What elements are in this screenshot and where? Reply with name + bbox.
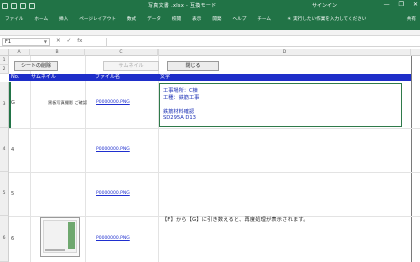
cancel-icon[interactable]: ✕	[56, 38, 61, 45]
comment-line: SD295A D13	[163, 115, 196, 121]
tab-team[interactable]: チーム	[257, 16, 271, 22]
ribbon-tabs: ファイル ホーム 挿入 ページレイアウト 数式 データ 校閲 表示 開発 ヘルプ…	[0, 11, 420, 30]
header-comment: 文字	[160, 74, 171, 80]
tab-file[interactable]: ファイル	[5, 16, 23, 22]
tab-insert[interactable]: 挿入	[59, 16, 68, 22]
thumbnail-button[interactable]: サムネイル	[103, 61, 159, 71]
title-bar: 写真文書 .xlsx - 互換モード サインイン — ❐ ✕	[0, 0, 420, 11]
instruction-note: 【F】から【G】に引き数えると、再度処理が表示されます。	[162, 217, 309, 223]
formula-input[interactable]	[106, 38, 418, 46]
formula-bar: F1 ▼ ✕ ✓ fx	[0, 36, 420, 47]
column-headers: A B C D	[0, 49, 420, 56]
tab-review[interactable]: 校閲	[172, 16, 181, 22]
tell-me-text: 実行したい作業を入力してください	[293, 17, 367, 22]
row-header-4[interactable]: 4	[0, 128, 9, 172]
filename-link[interactable]: P0000000.PNG	[96, 236, 130, 241]
lightbulb-icon: ☀	[287, 16, 292, 22]
row-header-3[interactable]: 3	[0, 82, 9, 128]
close-window-button[interactable]: ✕	[413, 1, 418, 9]
share-button[interactable]: 共有	[407, 16, 416, 22]
tab-view[interactable]: 表示	[192, 16, 201, 22]
save-icon[interactable]	[2, 2, 8, 9]
chevron-down-icon[interactable]: ▼	[44, 39, 47, 45]
grid-line	[411, 56, 412, 262]
row-marker: 4	[11, 147, 15, 153]
tab-developer[interactable]: 開発	[212, 16, 221, 22]
close-sheet-button[interactable]: 閉じる	[167, 61, 219, 71]
name-box[interactable]: F1 ▼	[2, 38, 50, 46]
signin-link[interactable]: サインイン	[312, 2, 337, 9]
row-header-1[interactable]: 1	[0, 56, 9, 65]
comment-line: 工種：鉄筋工事	[163, 95, 200, 101]
grid-line	[30, 56, 31, 262]
thumbnail-image[interactable]	[40, 217, 80, 257]
tab-page-layout[interactable]: ページレイアウト	[79, 16, 116, 22]
comment-line: 工事場所：C棟	[163, 88, 198, 94]
column-header-c[interactable]: C	[85, 49, 158, 56]
redo-icon[interactable]	[20, 2, 26, 9]
filename-link[interactable]: P0000000.PNG	[96, 100, 130, 105]
enter-icon[interactable]: ✓	[67, 38, 72, 45]
row-header-5[interactable]: 5	[0, 172, 9, 216]
header-thumbnail: サムネイル	[31, 74, 56, 80]
column-header-a[interactable]: A	[9, 49, 30, 56]
filename-link[interactable]: P0000000.PNG	[96, 147, 130, 152]
comment-cell[interactable]: 工事場所：C棟 工種：鉄筋工事 鉄筋材料確認 SD295A D13	[159, 83, 402, 127]
restore-button[interactable]: ❐	[399, 1, 404, 9]
thumbnail-strip	[45, 249, 65, 251]
column-header-b[interactable]: B	[30, 49, 85, 56]
thumbnail-caption: 黒板写真撮影 ご確認	[48, 100, 88, 105]
filename-link[interactable]: P0000000.PNG	[96, 191, 130, 196]
tell-me-box[interactable]: ☀ 実行したい作業を入力してください	[287, 16, 367, 23]
comment-line: 鉄筋材料確認	[163, 109, 195, 115]
tab-formulas[interactable]: 数式	[127, 16, 136, 22]
window-title: 写真文書 .xlsx - 互換モード	[148, 3, 217, 9]
tab-help[interactable]: ヘルプ	[233, 16, 247, 22]
customize-icon[interactable]	[29, 2, 35, 9]
header-no: No.	[11, 74, 20, 80]
tab-data[interactable]: データ	[147, 16, 161, 22]
quick-access-toolbar	[2, 1, 35, 10]
column-header-d[interactable]: D	[159, 49, 411, 56]
row-marker: 5	[11, 191, 15, 197]
sheet-delete-button[interactable]: シートの削除	[14, 61, 58, 71]
name-box-value: F1	[5, 39, 12, 45]
insert-function-icon[interactable]: fx	[77, 38, 82, 45]
grid-line	[9, 128, 420, 129]
worksheet-grid[interactable]: 1 2 3 4 5 6 シートの削除 サムネイル 閉じる No. サムネイル フ…	[0, 56, 420, 262]
row-marker: G	[11, 100, 15, 106]
row-marker: 6	[11, 236, 15, 242]
grid-line	[9, 172, 420, 173]
minimize-button[interactable]: —	[384, 1, 390, 9]
row-header-2[interactable]: 2	[0, 65, 9, 74]
undo-icon[interactable]	[11, 2, 17, 9]
tab-home[interactable]: ホーム	[34, 16, 48, 22]
header-filename: ファイル名	[95, 74, 121, 80]
select-all-corner[interactable]	[0, 49, 9, 56]
thumbnail-bar	[68, 222, 75, 249]
grid-line	[85, 56, 86, 262]
row-header-6[interactable]: 6	[0, 216, 9, 262]
table-header-row: No. サムネイル ファイル名 文字	[9, 74, 411, 81]
